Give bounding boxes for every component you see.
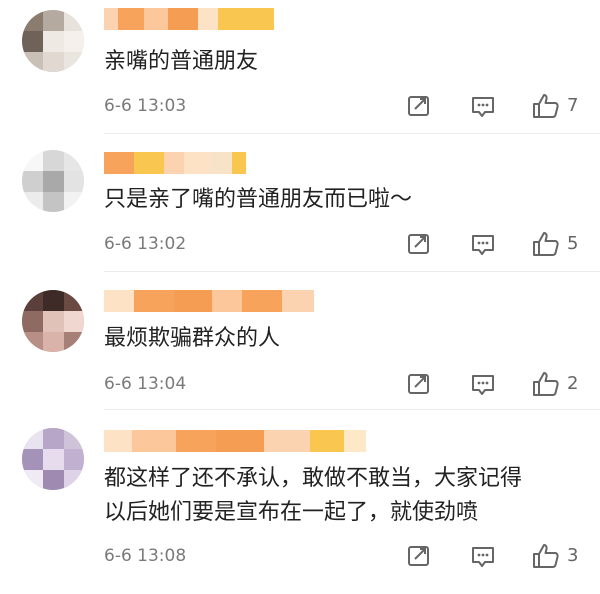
comment-actions: 3 bbox=[405, 542, 585, 570]
comment-text-line-1: 都这样了还不承认，敢做不敢当，大家记得 bbox=[104, 466, 523, 491]
comment-time: 6-6 13:08 bbox=[104, 546, 187, 566]
comment-feed: 亲嘴的普通朋友 6-6 13:03 7 只是亲了嘴的普通朋友而已啦～ 6-6 1… bbox=[0, 0, 600, 594]
thumbs-up-icon[interactable] bbox=[531, 542, 561, 570]
comment-icon[interactable] bbox=[469, 542, 497, 570]
avatar[interactable] bbox=[22, 428, 84, 490]
comment-item: 都这样了还不承认，敢做不敢当，大家记得 以后她们要是宣布在一起了，就使劲喷 6-… bbox=[0, 0, 600, 594]
comment-text-line-2: 以后她们要是宣布在一起了，就使劲喷 bbox=[104, 500, 479, 525]
repost-icon[interactable] bbox=[405, 542, 433, 570]
username-redacted[interactable] bbox=[104, 430, 366, 452]
like-count: 3 bbox=[567, 545, 579, 566]
